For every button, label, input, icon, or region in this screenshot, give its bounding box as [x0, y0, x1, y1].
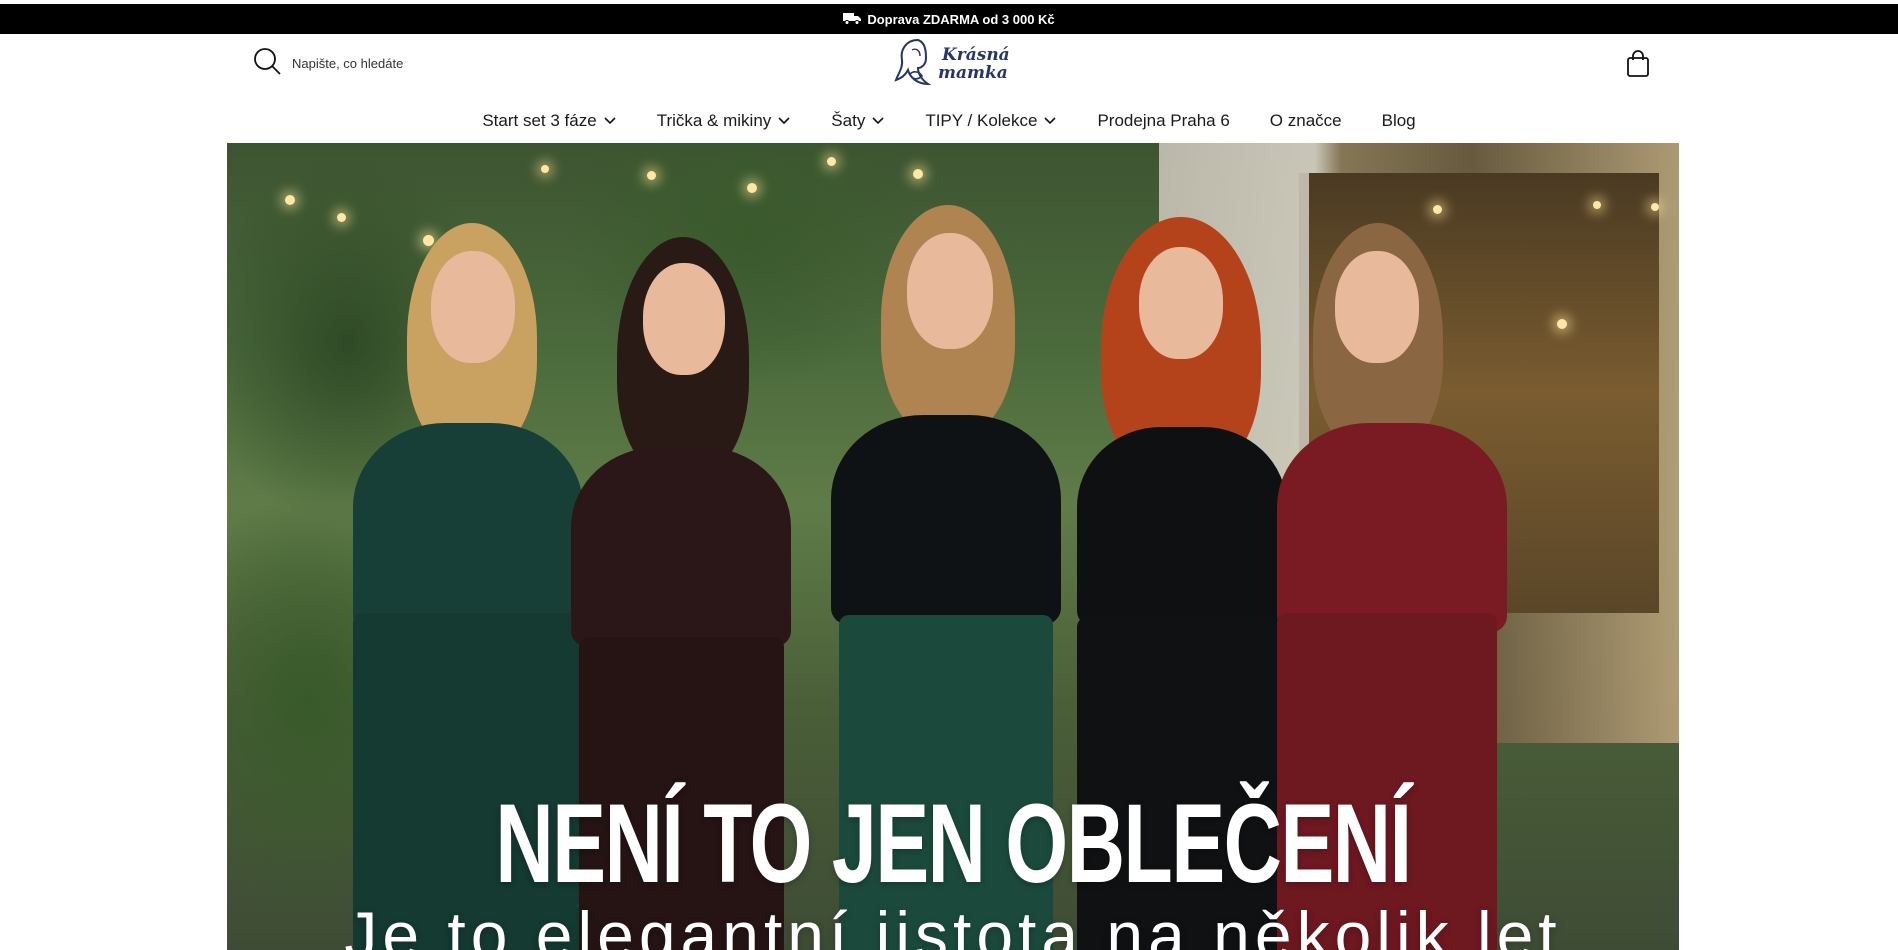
- search-box[interactable]: [252, 47, 512, 79]
- nav-item-label: O značce: [1269, 111, 1342, 130]
- nav-item-saty[interactable]: Šaty: [831, 111, 885, 131]
- main-nav: Start set 3 fáze Trička & mikiny Šaty TI…: [0, 100, 1898, 142]
- nav-item-label: Prodejna Praha 6: [1097, 111, 1230, 130]
- hero-title: NENÍ TO JEN OBLEČENÍ: [495, 781, 1412, 906]
- string-light: [1593, 201, 1601, 209]
- search-icon[interactable]: [252, 46, 282, 80]
- chevron-down-icon: [871, 111, 885, 131]
- string-light: [1557, 319, 1567, 329]
- logo-line-2: mamka: [938, 63, 1008, 83]
- nav-item-blog[interactable]: Blog: [1382, 111, 1416, 131]
- string-light: [747, 183, 757, 193]
- cart-button[interactable]: [1622, 48, 1654, 80]
- nav-item-label: TIPY / Kolekce: [925, 111, 1038, 130]
- string-light: [827, 157, 836, 166]
- chevron-down-icon: [603, 111, 617, 131]
- nav-item-tipy-kolekce[interactable]: TIPY / Kolekce: [925, 111, 1057, 131]
- logo-line-1: Krásná: [942, 45, 1010, 65]
- mother-silhouette-logo-icon: [888, 34, 944, 94]
- string-light: [285, 195, 295, 205]
- nav-item-o-znacce[interactable]: O značce: [1270, 111, 1342, 131]
- string-light: [541, 165, 549, 173]
- string-light: [1433, 205, 1442, 214]
- nav-item-label: Blog: [1381, 111, 1416, 130]
- hero-subtitle: Je to elegantní jistota na několik let: [344, 898, 1562, 950]
- truck-icon: [843, 11, 862, 28]
- nav-item-prodejna[interactable]: Prodejna Praha 6: [1097, 111, 1229, 131]
- nav-item-label: Trička & mikiny: [656, 111, 772, 130]
- site-logo[interactable]: Krásná mamka: [888, 36, 1014, 92]
- site-header: Krásná mamka: [0, 34, 1898, 100]
- chevron-down-icon: [1043, 111, 1057, 131]
- shopping-bag-icon[interactable]: [1622, 50, 1654, 84]
- string-light: [1651, 203, 1659, 211]
- string-light: [647, 171, 656, 180]
- string-light: [913, 169, 923, 179]
- nav-item-label: Šaty: [831, 111, 866, 130]
- string-light: [337, 213, 346, 222]
- hero-banner[interactable]: NENÍ TO JEN OBLEČENÍ Je to elegantní jis…: [227, 143, 1679, 950]
- nav-item-start-set[interactable]: Start set 3 fáze: [482, 111, 616, 131]
- announcement-text: Doprava ZDARMA od 3 000 Kč: [867, 11, 1055, 27]
- nav-item-label: Start set 3 fáze: [482, 111, 597, 130]
- search-input[interactable]: [292, 55, 492, 71]
- chevron-down-icon: [777, 111, 791, 131]
- announcement-bar: Doprava ZDARMA od 3 000 Kč: [0, 4, 1898, 34]
- nav-item-tricka-mikiny[interactable]: Trička & mikiny: [657, 111, 792, 131]
